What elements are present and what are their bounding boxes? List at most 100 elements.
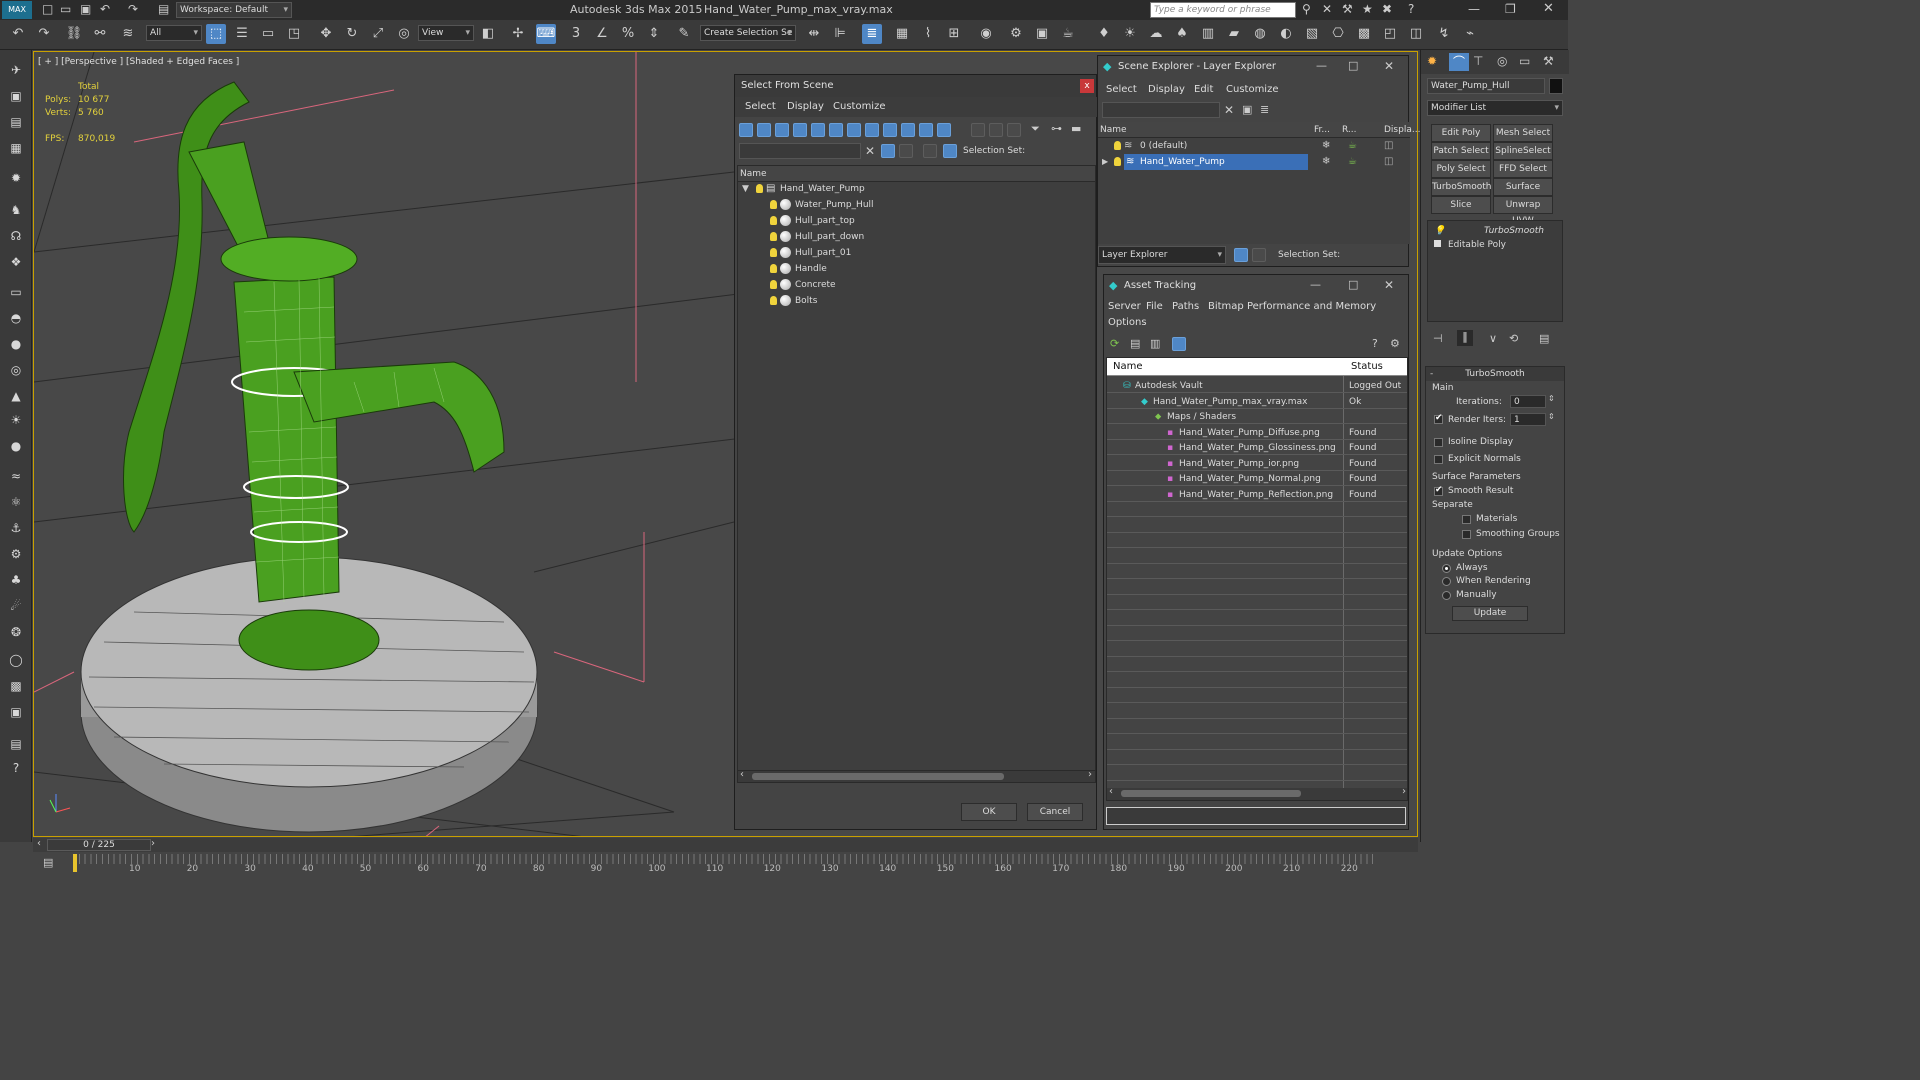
layer-explorer-dropdown[interactable]: Layer Explorer [1098,246,1226,264]
select-list-header[interactable]: Name [738,166,1095,182]
select-hscrollbar[interactable]: ‹ › [738,769,1095,782]
vray-sky-icon[interactable]: ☁ [1146,24,1166,44]
at-scroll-right-icon[interactable]: › [1402,786,1406,797]
se-menu-edit[interactable]: Edit [1194,82,1213,98]
edit-named-sel-icon[interactable]: ✎ [674,24,694,44]
select-manipulate-icon[interactable]: ✢ [508,24,528,44]
percent-snap-icon[interactable]: % [618,24,638,44]
material-editor-icon[interactable]: ◉ [976,24,996,44]
hold-icon[interactable]: ▤ [158,2,169,16]
turbosmooth-button[interactable]: TurboSmooth [1431,178,1491,196]
at-path-field[interactable] [1106,807,1406,825]
explicit-normals-checkbox[interactable] [1434,455,1443,464]
redo-toolbar-icon[interactable]: ↷ [34,24,54,44]
funnel-icon[interactable]: ⏷ [1031,122,1040,136]
vray-light-icon[interactable]: ♦ [1094,24,1114,44]
scroll-right-icon[interactable]: › [1088,769,1092,780]
time-slider-thumb[interactable]: 0 / 225 [47,839,151,851]
plant-icon[interactable]: ♣ [7,572,25,588]
at-scroll-left-icon[interactable]: ‹ [1109,786,1113,797]
display-box-icon[interactable]: ◫ [1384,138,1393,154]
filter-shapes-icon[interactable] [757,123,771,137]
list-view-icon[interactable]: ▤ [1130,337,1140,350]
iterations-spinner[interactable]: 0 [1510,395,1546,408]
se-clear-icon[interactable]: ✕ [1224,103,1234,117]
at-help-icon[interactable]: ? [1372,337,1378,350]
select-none-icon[interactable] [989,123,1003,137]
filter-bones-icon[interactable] [883,123,897,137]
minimize-icon[interactable]: — [1468,2,1480,16]
select-row-hull-part-down[interactable]: Hull_part_down [738,229,1095,245]
at-menu-paths[interactable]: Paths [1172,299,1199,315]
filter-containers-icon[interactable] [901,123,915,137]
hair-icon[interactable]: ☄ [7,598,25,614]
scene-explorer-maximize-icon[interactable]: □ [1348,59,1358,72]
curve-editor-icon[interactable]: ⌇ [918,24,938,44]
select-row-hand-water-pump[interactable]: ▼ ▤ Hand_Water_Pump [738,181,1095,197]
question-icon[interactable]: ? [7,760,25,776]
expand-plus-icon[interactable] [1434,240,1441,247]
scroll-thumb[interactable] [752,773,1004,780]
hierarchy-tab-icon[interactable]: ⊤ [1473,54,1483,68]
visibility-bulb-icon[interactable] [770,248,777,257]
manually-radio[interactable] [1442,591,1451,600]
se-menu-display[interactable]: Display [1148,82,1185,98]
scene-explorer-close-icon[interactable]: ✕ [1384,59,1394,73]
select-invert-icon[interactable] [1007,123,1021,137]
render-icon[interactable]: ☕ [1058,24,1078,44]
next-frame-icon[interactable]: › [151,838,155,849]
scale-icon[interactable]: ⤢ [368,24,388,44]
se-layer-default[interactable]: ≋ 0 (default) ❄ ☕ ◫ [1098,138,1410,154]
select-row-hull-part-top[interactable]: Hull_part_top [738,213,1095,229]
light-bulb-icon[interactable]: ✹ [7,170,25,186]
se-search-field[interactable] [1102,102,1220,118]
curve-editor-toggle-icon[interactable]: ▤ [43,856,53,869]
pivot-icon[interactable]: ◧ [478,24,498,44]
se-col-frozen[interactable]: Fr... [1314,122,1330,138]
clear-search-icon[interactable]: ✕ [865,144,875,158]
asset-row[interactable]: ⛁ Autodesk Vault Logged Out [1107,378,1407,393]
at-col-name[interactable]: Name [1113,361,1143,372]
reference-coord-dropdown[interactable]: View [418,25,474,41]
se-col-display[interactable]: Displa... [1384,122,1420,138]
layer-bulb-icon[interactable] [1114,157,1121,166]
undo-icon[interactable]: ↶ [100,2,110,16]
asset-row[interactable]: ▪ Hand_Water_Pump_Glossiness.png Found [1107,440,1407,455]
open-icon[interactable]: ▭ [60,2,71,16]
viewport-label[interactable]: [ + ] [Perspective ] [Shaded + Edged Fac… [38,57,239,67]
select-menu-display[interactable]: Display [787,99,824,115]
filter-cameras-icon[interactable] [793,123,807,137]
asset-row[interactable]: ▪ Hand_Water_Pump_Normal.png Found [1107,471,1407,486]
edit-poly-button[interactable]: Edit Poly [1431,124,1491,142]
at-menu-server[interactable]: Server [1108,299,1141,315]
filter-warps-icon[interactable] [829,123,843,137]
clipboard-icon[interactable]: ▤ [7,736,25,752]
save-icon[interactable]: ▣ [80,2,91,16]
wrench-icon[interactable]: ⚒ [1342,2,1353,16]
at-close-icon[interactable]: ✕ [1384,278,1394,292]
slice-button[interactable]: Slice [1431,196,1491,214]
hierarchy-mode-icon[interactable] [1252,248,1266,262]
rendered-frame-icon[interactable]: ▣ [1032,24,1052,44]
select-menu-select[interactable]: Select [745,99,776,115]
modifier-list-dropdown[interactable]: Modifier List [1427,100,1563,116]
close-icon[interactable]: ✕ [1543,1,1554,16]
prev-frame-icon[interactable]: ‹ [37,838,41,849]
place-icon[interactable]: ◎ [394,24,414,44]
always-radio[interactable] [1442,564,1451,573]
display-icon[interactable]: ▣ [7,704,25,720]
document-icon[interactable]: ▤ [7,114,25,130]
show-end-result-icon[interactable]: ‖ [1457,330,1473,346]
rollout-minus-icon[interactable]: - [1430,367,1433,381]
select-by-name-icon[interactable]: ☰ [232,24,252,44]
asset-row[interactable]: ▪ Hand_Water_Pump_Reflection.png Found [1107,487,1407,502]
particles-icon[interactable]: ❖ [7,254,25,270]
workspace-dropdown[interactable]: Workspace: Default [176,2,292,18]
spinner-arrows-icon[interactable]: ⇕ [1548,394,1555,403]
visibility-bulb-icon[interactable] [756,184,763,193]
select-row-water-pump-hull[interactable]: Water_Pump_Hull [738,197,1095,213]
at-scroll-thumb[interactable] [1121,790,1301,797]
vray-proxy-icon[interactable]: ▥ [1198,24,1218,44]
vray-sphere-icon[interactable]: ◍ [1250,24,1270,44]
select-row-bolts[interactable]: Bolts [738,293,1095,309]
